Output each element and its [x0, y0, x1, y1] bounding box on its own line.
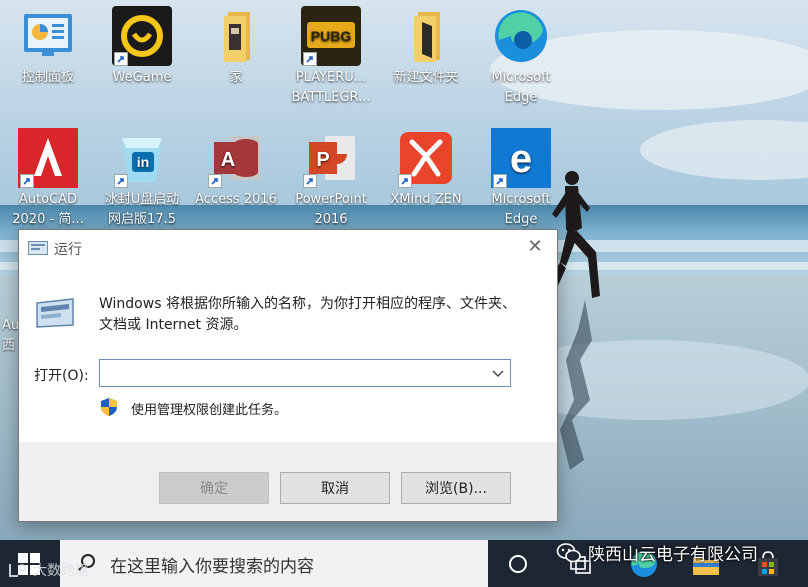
- svg-text:e: e: [510, 137, 532, 181]
- cancel-button[interactable]: 取消: [280, 472, 390, 504]
- close-button[interactable]: ✕: [513, 230, 557, 262]
- shortcut-arrow-icon: [114, 174, 128, 188]
- run-dialog: 运行 ✕ Windows 将根据你所输入的名称，为你打开相应的程序、文件夹、文档…: [18, 229, 558, 522]
- shortcut-arrow-icon: [303, 52, 317, 66]
- desktop-icon-control-panel[interactable]: 控制面板: [2, 6, 94, 88]
- watermark-right: 陕西山云电子有限公司: [556, 540, 758, 565]
- watermark-right-text: 陕西山云电子有限公司: [588, 545, 758, 565]
- shortcut-arrow-icon: [114, 52, 128, 66]
- dialog-footer: 确定 取消 浏览(B)...: [19, 442, 557, 521]
- shortcut-arrow-icon: [20, 174, 34, 188]
- close-icon: ✕: [527, 235, 543, 257]
- ok-button[interactable]: 确定: [159, 472, 269, 504]
- desktop-icon-label: Access 2016: [195, 192, 277, 207]
- desktop-icon-access[interactable]: A Access 2016: [190, 128, 282, 210]
- svg-text:A: A: [221, 149, 235, 171]
- svg-text:PUBG: PUBG: [311, 28, 352, 44]
- desktop-icon-xmind[interactable]: XMind ZEN: [380, 128, 472, 210]
- desktop-icon-wegame[interactable]: WeGame: [96, 6, 188, 88]
- admin-privileges-note: 使用管理权限创建此任务。: [131, 403, 288, 418]
- desktop-icon-edge-legacy[interactable]: e Microsoft Edge: [475, 128, 567, 230]
- dialog-description: Windows 将根据你所输入的名称，为你打开相应的程序、文件夹、文档或 Int…: [99, 296, 516, 333]
- desktop-icon-label: 冰封U盘启动 网启版17.5: [104, 192, 180, 227]
- dialog-title: 运行: [54, 242, 82, 258]
- taskbar-search-box[interactable]: 在这里输入你要搜索的内容: [60, 540, 488, 587]
- desktop-icon-label: Microsoft Edge: [491, 192, 551, 227]
- control-panel-icon: [24, 14, 72, 56]
- wechat-icon: [556, 542, 581, 562]
- desktop-icon-label: WeGame: [112, 70, 172, 85]
- open-combobox[interactable]: [99, 359, 511, 387]
- chevron-down-icon[interactable]: [491, 366, 505, 380]
- run-app-icon: [28, 241, 48, 255]
- shortcut-arrow-icon: [208, 174, 222, 188]
- run-program-icon: [36, 298, 74, 328]
- desktop-icon-edge-new[interactable]: Microsoft Edge: [475, 6, 567, 108]
- folder-icon: [414, 12, 440, 62]
- desktop-icon-label: 家: [229, 70, 243, 85]
- desktop-icon-label: PowerPoint 2016: [295, 192, 367, 227]
- cortana-icon[interactable]: [506, 552, 530, 576]
- browse-button[interactable]: 浏览(B)...: [401, 472, 511, 504]
- desktop-icon-partial-label: Au 西: [2, 318, 20, 353]
- desktop-icon-bingfeng[interactable]: in 冰封U盘启动 网启版17.5: [96, 128, 188, 230]
- dialog-body: Windows 将根据你所输入的名称，为你打开相应的程序、文件夹、文档或 Int…: [19, 266, 557, 442]
- desktop-icon-label: Microsoft Edge: [491, 70, 551, 105]
- dialog-titlebar[interactable]: 运行 ✕: [19, 230, 557, 266]
- desktop-icon-new-folder[interactable]: 新建文件夹: [380, 6, 472, 88]
- watermark-logo-icon: [9, 564, 26, 577]
- desktop-icon-autocad[interactable]: AutoCAD 2020 - 简...: [2, 128, 94, 230]
- desktop-icon-home-folder[interactable]: 家: [190, 6, 282, 88]
- desktop-icon-label: PLAYERU... BATTLEGR...: [291, 70, 371, 105]
- edge-new-icon: [495, 10, 547, 62]
- desktop-icon-label: 控制面板: [21, 70, 74, 85]
- svg-text:in: in: [137, 154, 149, 170]
- svg-text:P: P: [316, 149, 329, 171]
- desktop-icon-pubg[interactable]: PUBG PLAYERU... BATTLEGR...: [285, 6, 377, 108]
- desktop-icon-label: XMind ZEN: [390, 192, 462, 207]
- shortcut-arrow-icon: [398, 174, 412, 188]
- desktop-icon-label: AutoCAD 2020 - 简...: [12, 192, 84, 227]
- open-label: 打开(O):: [34, 368, 89, 384]
- watermark-left-text: 大数跨境: [33, 563, 89, 579]
- shortcut-arrow-icon: [493, 174, 507, 188]
- folder-icon: [224, 12, 250, 62]
- desktop-icon-label: 新建文件夹: [393, 70, 459, 85]
- shortcut-arrow-icon: [303, 174, 317, 188]
- search-placeholder: 在这里输入你要搜索的内容: [110, 557, 314, 577]
- watermark-left: 大数跨境: [8, 560, 89, 580]
- desktop-icon-powerpoint[interactable]: P PowerPoint 2016: [285, 128, 377, 230]
- uac-shield-icon: [101, 398, 117, 416]
